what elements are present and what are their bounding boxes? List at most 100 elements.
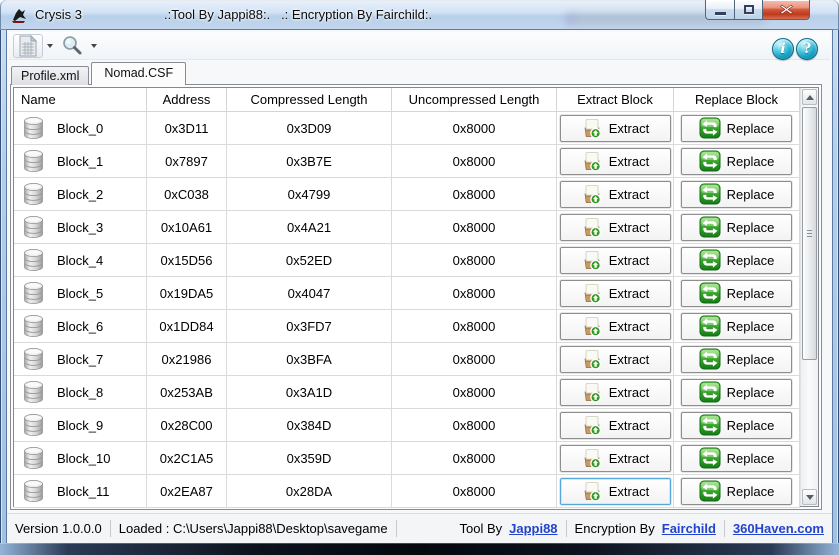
uncompressed-cell: 0x8000 — [392, 178, 557, 210]
table-row[interactable]: Block_10 0x2C1A5 0x359D 0x8000 Extract — [14, 442, 800, 475]
search-dropdown-arrow[interactable] — [87, 34, 101, 58]
table-row[interactable]: Block_5 0x19DA5 0x4047 0x8000 Extract — [14, 277, 800, 310]
block-name: Block_9 — [57, 418, 103, 433]
extract-button[interactable]: Extract — [560, 445, 671, 472]
replace-swap-icon — [699, 414, 721, 436]
block-name: Block_7 — [57, 352, 103, 367]
extract-button[interactable]: Extract — [560, 379, 671, 406]
replace-button[interactable]: Replace — [681, 313, 792, 340]
table-row[interactable]: Block_0 0x3D11 0x3D09 0x8000 Extract — [14, 112, 800, 145]
address-cell: 0x15D56 — [147, 244, 227, 276]
scroll-down-button[interactable] — [802, 489, 817, 505]
extract-package-icon — [581, 480, 603, 502]
grid-page-button[interactable] — [13, 34, 43, 58]
replace-button[interactable]: Replace — [681, 412, 792, 439]
uncompressed-cell: 0x8000 — [392, 475, 557, 507]
table-row[interactable]: Block_7 0x21986 0x3BFA 0x8000 Extract — [14, 343, 800, 376]
minimize-button[interactable] — [705, 0, 735, 20]
uncompressed-cell: 0x8000 — [392, 244, 557, 276]
table-row[interactable]: Block_1 0x7897 0x3B7E 0x8000 Extract — [14, 145, 800, 178]
table-row[interactable]: Block_3 0x10A61 0x4A21 0x8000 Extract — [14, 211, 800, 244]
tab-profile-xml[interactable]: Profile.xml — [11, 66, 89, 85]
database-icon — [21, 214, 46, 240]
close-button[interactable] — [763, 0, 810, 20]
scroll-up-button[interactable] — [802, 89, 817, 105]
block-name: Block_0 — [57, 121, 103, 136]
table-row[interactable]: Block_11 0x2EA87 0x28DA 0x8000 Extract — [14, 475, 800, 508]
tab-nomad-csf[interactable]: Nomad.CSF — [91, 62, 186, 85]
replace-label: Replace — [727, 121, 775, 136]
replace-button[interactable]: Replace — [681, 247, 792, 274]
extract-label: Extract — [609, 121, 649, 136]
encryption-by-label: Encryption By — [575, 521, 655, 536]
maximize-button[interactable] — [735, 0, 763, 20]
window-title: Crysis 3 — [35, 7, 82, 22]
compressed-cell: 0x3BFA — [227, 343, 392, 375]
minimize-icon — [715, 12, 726, 15]
extract-button[interactable]: Extract — [560, 247, 671, 274]
extract-package-icon — [581, 348, 603, 370]
scrollbar-thumb[interactable] — [802, 107, 817, 360]
column-header-address[interactable]: Address — [147, 88, 227, 111]
table-row[interactable]: Block_2 0xC038 0x4799 0x8000 Extract — [14, 178, 800, 211]
address-cell: 0x2C1A5 — [147, 442, 227, 474]
replace-button[interactable]: Replace — [681, 379, 792, 406]
uncompressed-cell: 0x8000 — [392, 343, 557, 375]
table-row[interactable]: Block_8 0x253AB 0x3A1D 0x8000 Extract — [14, 376, 800, 409]
compressed-cell: 0x52ED — [227, 244, 392, 276]
replace-swap-icon — [699, 315, 721, 337]
replace-button[interactable]: Replace — [681, 214, 792, 241]
help-button[interactable]: ? — [796, 38, 818, 60]
database-icon — [21, 280, 46, 306]
replace-label: Replace — [727, 352, 775, 367]
block-name: Block_5 — [57, 286, 103, 301]
extract-button[interactable]: Extract — [560, 214, 671, 241]
replace-button[interactable]: Replace — [681, 445, 792, 472]
extract-button[interactable]: Extract — [560, 181, 671, 208]
status-separator — [396, 520, 397, 537]
database-icon — [21, 181, 46, 207]
replace-button[interactable]: Replace — [681, 280, 792, 307]
replace-button[interactable]: Replace — [681, 148, 792, 175]
status-bar: Version 1.0.0.0 Loaded : C:\Users\Jappi8… — [7, 513, 832, 543]
scroll-up-icon — [806, 95, 814, 100]
column-header-compressed[interactable]: Compressed Length — [227, 88, 392, 111]
table-row[interactable]: Block_9 0x28C00 0x384D 0x8000 Extract — [14, 409, 800, 442]
replace-button[interactable]: Replace — [681, 478, 792, 505]
extract-button[interactable]: Extract — [560, 346, 671, 373]
address-cell: 0x19DA5 — [147, 277, 227, 309]
table-row[interactable]: Block_4 0x15D56 0x52ED 0x8000 Extract — [14, 244, 800, 277]
fairchild-link[interactable]: Fairchild — [662, 521, 716, 536]
grid-page-icon — [18, 35, 38, 57]
extract-button[interactable]: Extract — [560, 313, 671, 340]
uncompressed-cell: 0x8000 — [392, 442, 557, 474]
replace-button[interactable]: Replace — [681, 181, 792, 208]
extract-button[interactable]: Extract — [560, 148, 671, 175]
column-header-uncompressed[interactable]: Uncompressed Length — [392, 88, 557, 111]
tab-page-panel: Name Address Compressed Length Uncompres… — [10, 84, 822, 510]
database-icon — [21, 115, 46, 141]
replace-button[interactable]: Replace — [681, 346, 792, 373]
extract-button[interactable]: Extract — [560, 115, 671, 142]
360haven-link[interactable]: 360Haven.com — [733, 521, 824, 536]
jappi88-link[interactable]: Jappi88 — [509, 521, 557, 536]
extract-button[interactable]: Extract — [560, 280, 671, 307]
blocks-table: Name Address Compressed Length Uncompres… — [13, 87, 819, 507]
replace-button[interactable]: Replace — [681, 115, 792, 142]
extract-button[interactable]: Extract — [560, 478, 671, 505]
info-button[interactable]: i — [772, 38, 794, 60]
compressed-cell: 0x3FD7 — [227, 310, 392, 342]
status-separator — [724, 520, 725, 537]
column-header-name[interactable]: Name — [14, 88, 147, 111]
block-name: Block_4 — [57, 253, 103, 268]
replace-label: Replace — [727, 418, 775, 433]
grid-page-dropdown-arrow[interactable] — [43, 34, 57, 58]
maximize-icon — [744, 5, 754, 14]
extract-button[interactable]: Extract — [560, 412, 671, 439]
vertical-scrollbar[interactable] — [800, 88, 818, 506]
column-header-replace[interactable]: Replace Block — [674, 88, 800, 111]
table-row[interactable]: Block_6 0x1DD84 0x3FD7 0x8000 Extract — [14, 310, 800, 343]
search-button[interactable] — [57, 34, 87, 58]
column-header-extract[interactable]: Extract Block — [557, 88, 674, 111]
block-name: Block_10 — [57, 451, 110, 466]
